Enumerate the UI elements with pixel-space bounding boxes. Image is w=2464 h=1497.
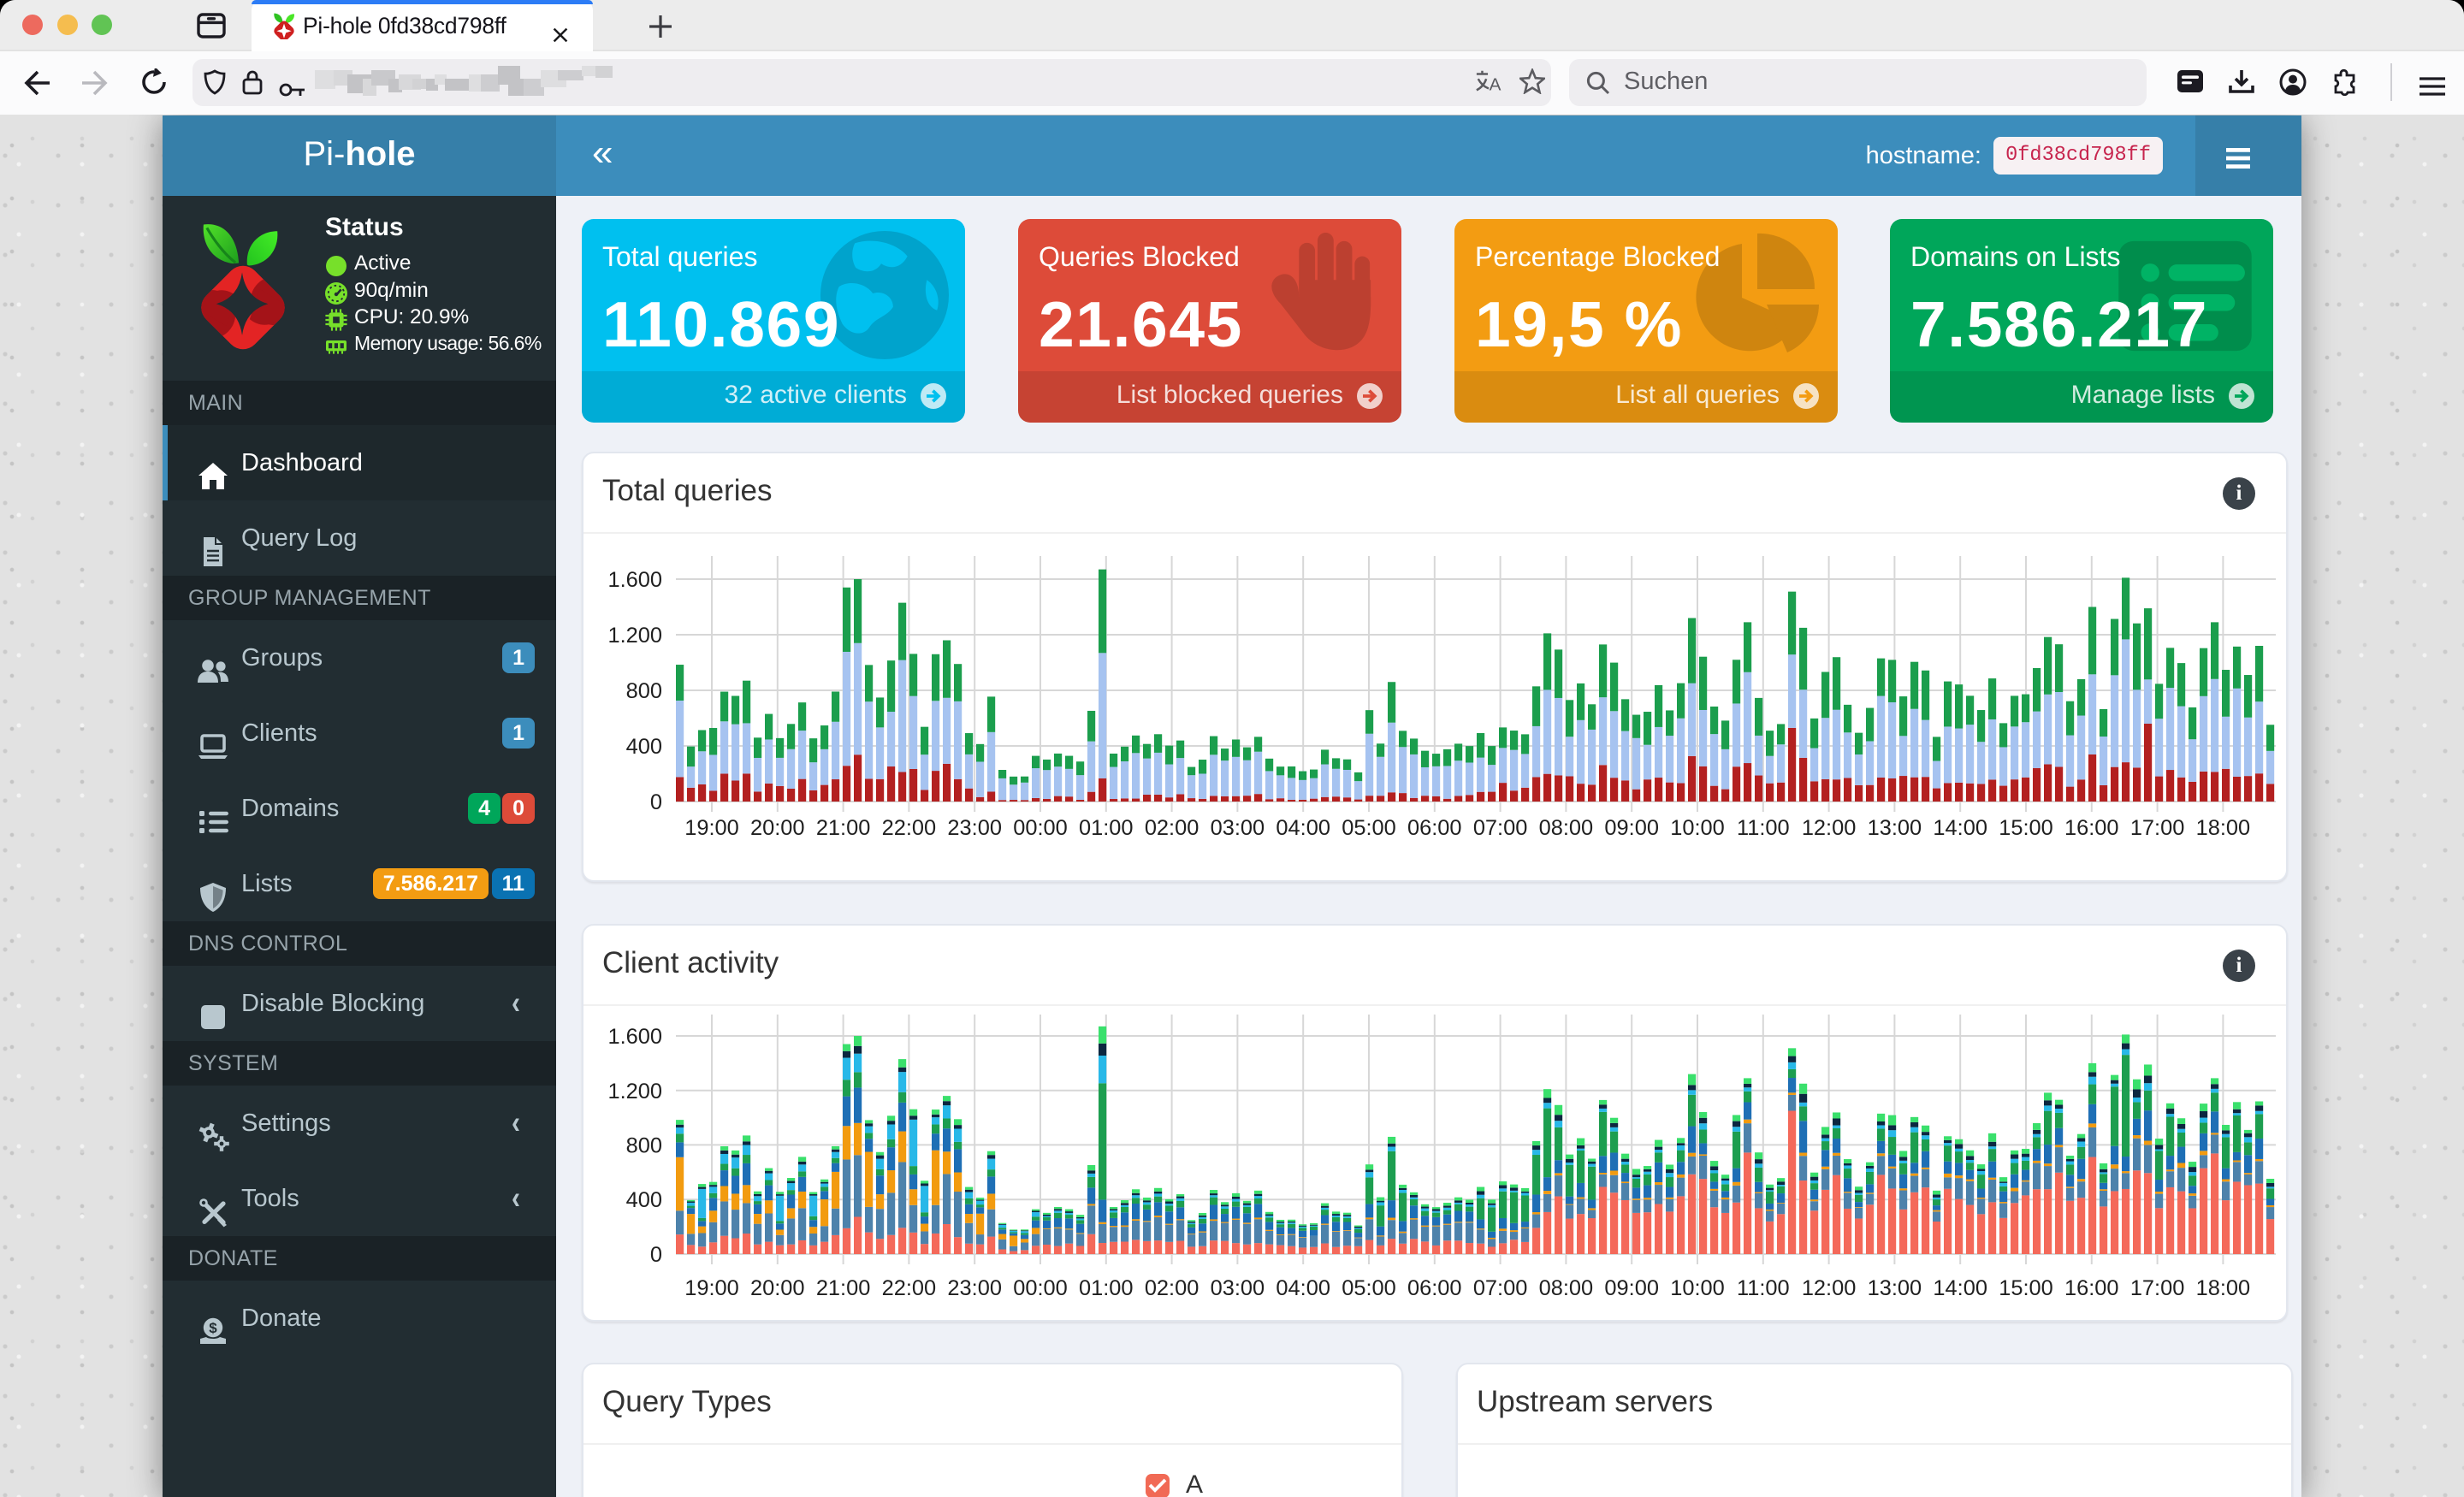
svg-text:13:00: 13:00 bbox=[1868, 1276, 1922, 1300]
svg-text:23:00: 23:00 bbox=[947, 816, 1002, 840]
svg-text:$: $ bbox=[209, 1320, 217, 1336]
svg-text:16:00: 16:00 bbox=[2064, 1276, 2119, 1300]
svg-text:20:00: 20:00 bbox=[750, 816, 805, 840]
svg-text:07:00: 07:00 bbox=[1473, 1276, 1528, 1300]
svg-text:01:00: 01:00 bbox=[1079, 816, 1134, 840]
svg-text:16:00: 16:00 bbox=[2064, 816, 2119, 840]
svg-text:10:00: 10:00 bbox=[1670, 1276, 1725, 1300]
svg-text:00:00: 00:00 bbox=[1013, 816, 1068, 840]
svg-text:17:00: 17:00 bbox=[2130, 816, 2185, 840]
svg-text:07:00: 07:00 bbox=[1473, 816, 1528, 840]
svg-text:18:00: 18:00 bbox=[2196, 816, 2251, 840]
svg-text:02:00: 02:00 bbox=[1145, 1276, 1199, 1300]
svg-text:08:00: 08:00 bbox=[1539, 1276, 1594, 1300]
svg-text:03:00: 03:00 bbox=[1211, 1276, 1265, 1300]
svg-text:12:00: 12:00 bbox=[1802, 816, 1857, 840]
svg-text:11:00: 11:00 bbox=[1737, 1276, 1790, 1300]
svg-text:1.200: 1.200 bbox=[607, 624, 662, 648]
svg-text:14:00: 14:00 bbox=[1933, 816, 1987, 840]
svg-text:10:00: 10:00 bbox=[1670, 816, 1725, 840]
svg-text:400: 400 bbox=[626, 735, 662, 759]
svg-text:06:00: 06:00 bbox=[1407, 1276, 1462, 1300]
svg-text:22:00: 22:00 bbox=[882, 1276, 937, 1300]
svg-text:14:00: 14:00 bbox=[1933, 1276, 1987, 1300]
svg-text:21:00: 21:00 bbox=[816, 816, 871, 840]
svg-text:1.600: 1.600 bbox=[607, 1025, 662, 1049]
svg-text:800: 800 bbox=[626, 679, 662, 703]
svg-text:09:00: 09:00 bbox=[1604, 816, 1659, 840]
svg-text:15:00: 15:00 bbox=[1999, 1276, 2053, 1300]
svg-text:A: A bbox=[1490, 74, 1502, 94]
svg-text:02:00: 02:00 bbox=[1145, 816, 1199, 840]
svg-text:00:00: 00:00 bbox=[1013, 1276, 1068, 1300]
svg-text:11:00: 11:00 bbox=[1737, 816, 1790, 840]
svg-text:800: 800 bbox=[626, 1134, 662, 1158]
svg-text:17:00: 17:00 bbox=[2130, 1276, 2185, 1300]
svg-text:19:00: 19:00 bbox=[684, 816, 739, 840]
svg-text:04:00: 04:00 bbox=[1276, 1276, 1330, 1300]
svg-text:400: 400 bbox=[626, 1188, 662, 1212]
svg-text:09:00: 09:00 bbox=[1604, 1276, 1659, 1300]
svg-text:03:00: 03:00 bbox=[1211, 816, 1265, 840]
svg-text:0: 0 bbox=[650, 790, 662, 814]
svg-text:22:00: 22:00 bbox=[882, 816, 937, 840]
svg-text:19:00: 19:00 bbox=[684, 1276, 739, 1300]
svg-text:1.600: 1.600 bbox=[607, 568, 662, 592]
svg-text:18:00: 18:00 bbox=[2196, 1276, 2251, 1300]
svg-text:15:00: 15:00 bbox=[1999, 816, 2053, 840]
svg-text:12:00: 12:00 bbox=[1802, 1276, 1857, 1300]
svg-text:0: 0 bbox=[650, 1243, 662, 1267]
svg-text:06:00: 06:00 bbox=[1407, 816, 1462, 840]
svg-text:13:00: 13:00 bbox=[1868, 816, 1922, 840]
svg-text:05:00: 05:00 bbox=[1342, 1276, 1396, 1300]
svg-text:1.200: 1.200 bbox=[607, 1080, 662, 1104]
svg-text:08:00: 08:00 bbox=[1539, 816, 1594, 840]
svg-text:20:00: 20:00 bbox=[750, 1276, 805, 1300]
svg-text:01:00: 01:00 bbox=[1079, 1276, 1134, 1300]
svg-text:04:00: 04:00 bbox=[1276, 816, 1330, 840]
svg-text:23:00: 23:00 bbox=[947, 1276, 1002, 1300]
svg-text:05:00: 05:00 bbox=[1342, 816, 1396, 840]
svg-text:21:00: 21:00 bbox=[816, 1276, 871, 1300]
